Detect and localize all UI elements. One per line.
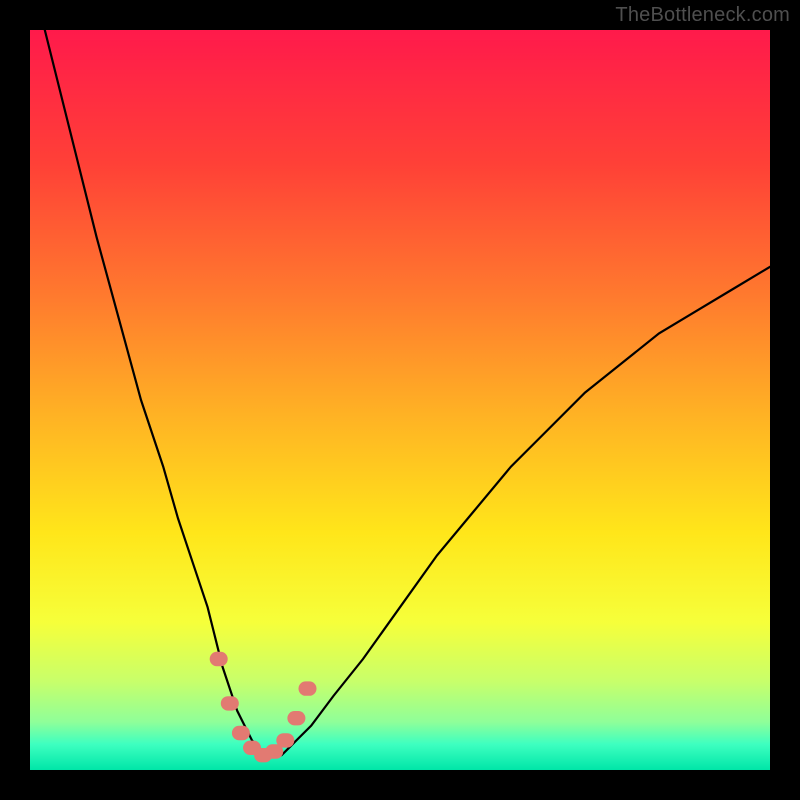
watermark-text: TheBottleneck.com bbox=[615, 4, 790, 27]
plot-area bbox=[30, 30, 770, 770]
marker-dot bbox=[232, 726, 250, 740]
chart-stage: TheBottleneck.com bbox=[0, 0, 800, 800]
marker-dot bbox=[299, 681, 317, 695]
marker-dot bbox=[221, 696, 239, 710]
marker-dot bbox=[276, 733, 294, 747]
plot-svg bbox=[30, 30, 770, 770]
marker-dot bbox=[210, 652, 228, 666]
marker-dot bbox=[287, 711, 305, 725]
